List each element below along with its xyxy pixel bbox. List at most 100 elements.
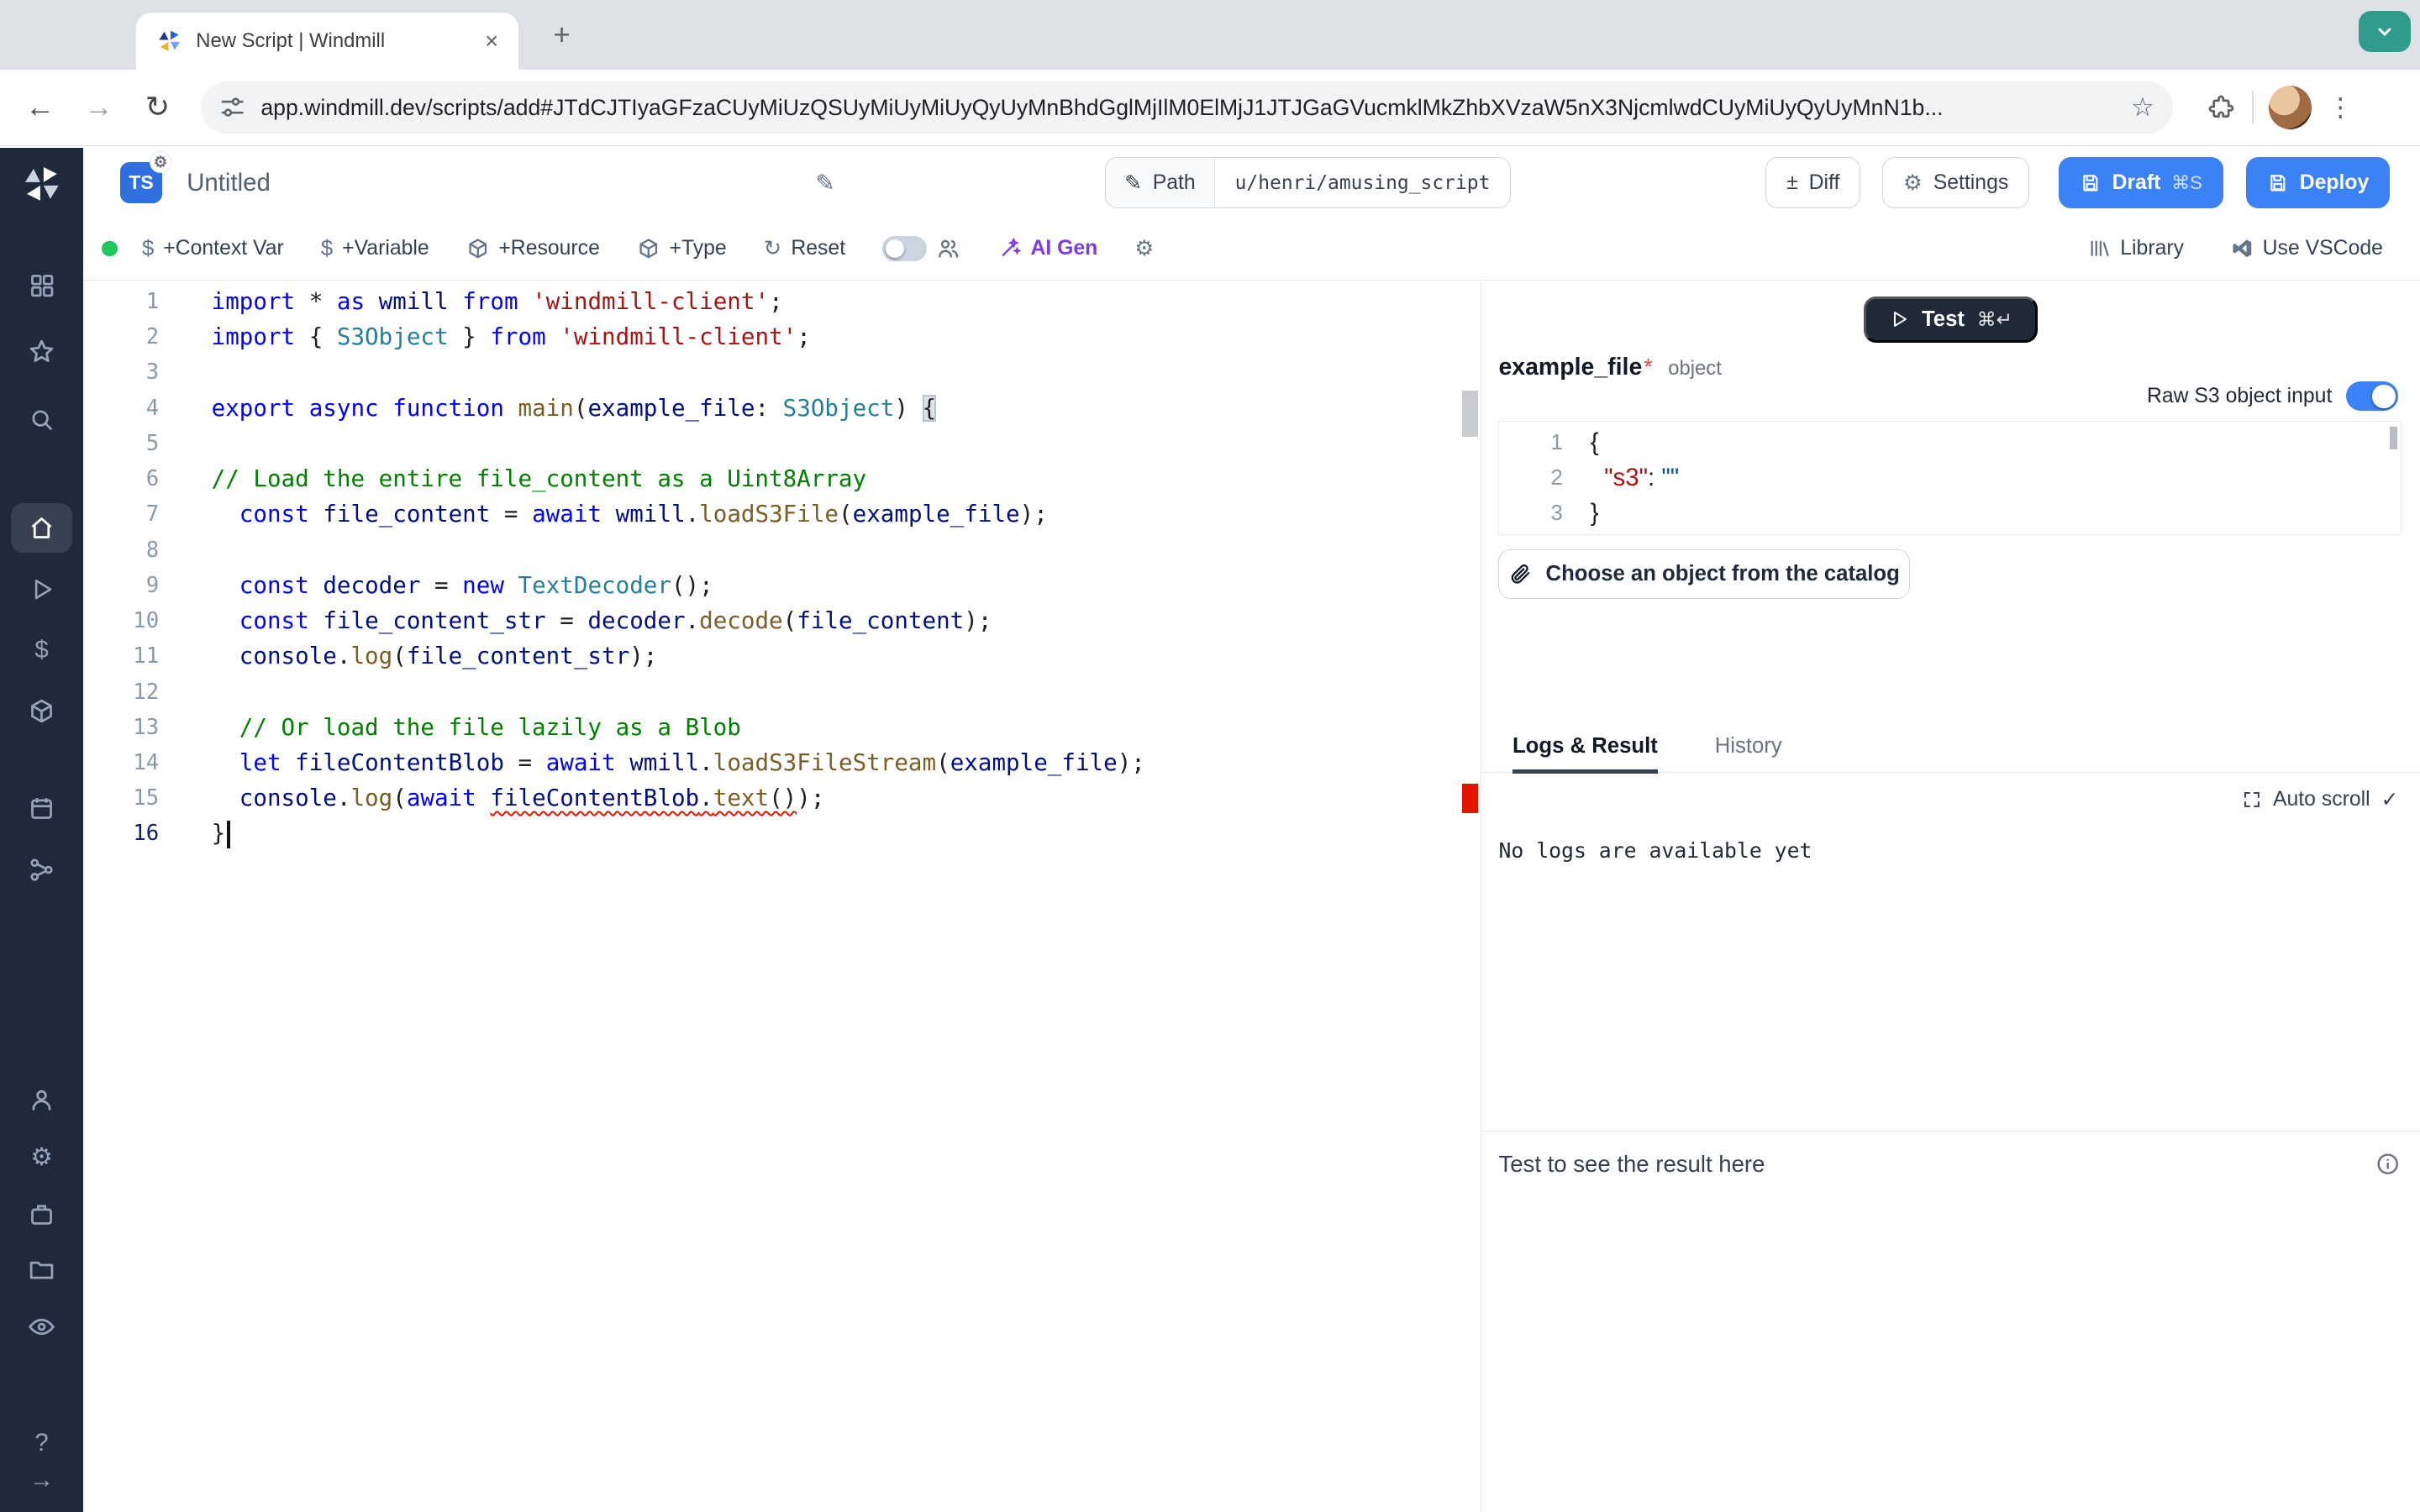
sidebar-item-help[interactable]: ? [0, 1424, 83, 1461]
language-badge[interactable]: TS ⚙ [120, 162, 162, 204]
browser-menu-icon[interactable]: ⋮ [2328, 92, 2354, 123]
script-title[interactable]: Untitled [187, 169, 271, 197]
browser-dropdown-button[interactable] [2359, 11, 2411, 53]
language-settings-icon[interactable]: ⚙ [150, 151, 171, 173]
check-icon: ✓ [2381, 787, 2399, 812]
no-logs-message: No logs are available yet [1498, 838, 2420, 863]
logs-tabs: Logs & Result History [1481, 734, 2420, 773]
save-icon [2080, 172, 2102, 194]
sidebar-item-apps-grid[interactable] [0, 260, 83, 310]
sidebar-collapse-button[interactable]: → [0, 1461, 83, 1498]
screen: New Script | Windmill × + ← → ↻ app.wind… [0, 0, 2420, 1512]
sidebar-item-audit-logs[interactable] [0, 1302, 83, 1352]
json-scrollbar-thumb[interactable] [2390, 427, 2397, 450]
browser-toolbar: ← → ↻ app.windmill.dev/scripts/add#JTdCJ… [0, 70, 2420, 147]
ai-gen-button[interactable]: AI Gen [998, 237, 1097, 260]
gear-icon: ⚙ [30, 1145, 52, 1169]
reset-button[interactable]: ↻ Reset [764, 236, 845, 261]
browser-tab-strip: New Script | Windmill × + [0, 0, 2420, 70]
sidebar-item-workers[interactable] [0, 1189, 83, 1239]
path-control[interactable]: ✎ Path u/henri/amusing_script [1105, 157, 1511, 208]
sidebar-item-resources[interactable] [0, 686, 83, 736]
add-type-button[interactable]: +Type [637, 237, 727, 260]
browser-tab[interactable]: New Script | Windmill × [136, 13, 519, 70]
site-settings-icon[interactable] [219, 94, 245, 120]
back-icon[interactable]: ← [22, 89, 59, 126]
use-vscode-button[interactable]: Use VSCode [2230, 237, 2383, 260]
scrollbar-thumb[interactable] [1462, 391, 1477, 437]
library-button[interactable]: Library [2088, 237, 2184, 260]
add-variable-button[interactable]: $ +Variable [321, 237, 429, 261]
new-tab-button[interactable]: + [540, 14, 583, 57]
path-value[interactable]: u/henri/amusing_script [1215, 158, 1511, 207]
profile-avatar[interactable] [2269, 86, 2312, 129]
tab-logs-result[interactable]: Logs & Result [1512, 734, 1658, 774]
test-button[interactable]: Test ⌘↵ [1864, 297, 2038, 343]
dollar-icon: $ [142, 237, 154, 261]
editor-settings-button[interactable]: ⚙ [1134, 236, 1154, 261]
reset-icon: ↻ [764, 236, 782, 261]
logs-section: Logs & Result History Auto scroll ✓ No l… [1481, 734, 2420, 863]
argument-name: example_file [1498, 354, 1642, 381]
settings-button[interactable]: ⚙ Settings [1882, 157, 2029, 208]
users-icon [936, 236, 960, 260]
arrow-right-icon: → [29, 1467, 54, 1492]
diff-button[interactable]: ± Diff [1765, 157, 1860, 208]
result-placeholder: Test to see the result here [1498, 1151, 1765, 1178]
question-icon: ? [34, 1431, 48, 1455]
add-context-var-button[interactable]: $ +Context Var [142, 237, 284, 261]
code-editor[interactable]: 1import * as wmill from 'windmill-client… [83, 281, 1481, 1512]
extensions-icon[interactable] [2207, 93, 2236, 123]
raw-s3-toggle-label: Raw S3 object input [2147, 385, 2332, 408]
sidebar-item-user[interactable] [0, 1075, 83, 1125]
raw-s3-toggle[interactable] [2346, 381, 2398, 411]
gear-icon: ⚙ [1903, 171, 1923, 196]
add-resource-button[interactable]: +Resource [466, 237, 600, 260]
address-bar[interactable]: app.windmill.dev/scripts/add#JTdCJTIyaGF… [201, 81, 2173, 134]
script-header: TS ⚙ Untitled ✎ ✎ Path u/henri/amusing_s… [83, 148, 2420, 218]
draft-shortcut: ⌘S [2171, 172, 2202, 194]
vscode-icon [2230, 237, 2254, 260]
info-icon[interactable] [2375, 1152, 2400, 1176]
reload-icon[interactable]: ↻ [139, 89, 176, 126]
sidebar-item-home[interactable] [11, 503, 72, 553]
deploy-button[interactable]: Deploy [2246, 157, 2390, 208]
sidebar-item-favorites[interactable] [0, 327, 83, 376]
sidebar-item-flows[interactable] [0, 846, 83, 895]
sidebar-item-runs[interactable] [0, 564, 83, 614]
diff-icon: ± [1786, 171, 1798, 195]
forward-icon[interactable]: → [80, 89, 117, 126]
multiplayer-toggle[interactable] [882, 236, 961, 260]
code-editor-lines[interactable]: 1import * as wmill from 'windmill-client… [83, 281, 1481, 851]
argument-type: object [1668, 357, 1722, 381]
editor-toolbar: $ +Context Var $ +Variable +Resource +Ty… [83, 218, 2420, 281]
toolbar-divider [2252, 91, 2254, 124]
paperclip-icon [1508, 562, 1532, 585]
auto-scroll-control[interactable]: Auto scroll ✓ [1481, 787, 2398, 812]
sidebar-item-search[interactable] [0, 395, 83, 444]
title-field[interactable]: Untitled ✎ [187, 169, 834, 197]
toggle-off[interactable] [882, 236, 927, 260]
editor-scrollbar[interactable] [1462, 281, 1477, 1512]
draft-button[interactable]: Draft ⌘S [2059, 157, 2223, 208]
sidebar: $ ⚙ [0, 148, 83, 1512]
choose-object-button[interactable]: Choose an object from the catalog [1498, 549, 1909, 599]
json-editor-lines[interactable]: 1{2 "s3": ""3} [1499, 425, 2401, 532]
tab-history[interactable]: History [1715, 734, 1782, 772]
json-input-editor[interactable]: 1{2 "s3": ""3} [1498, 421, 2402, 535]
windmill-logo-icon[interactable] [0, 164, 83, 204]
sidebar-item-schedules[interactable] [0, 784, 83, 833]
edit-title-icon[interactable]: ✎ [816, 170, 835, 197]
sidebar-item-folders[interactable] [0, 1245, 83, 1294]
sidebar-item-settings[interactable]: ⚙ [0, 1132, 83, 1182]
bookmark-star-icon[interactable]: ☆ [2131, 92, 2154, 123]
cube-icon [637, 237, 660, 260]
browser-actions: ⋮ [2207, 86, 2375, 129]
sidebar-item-variables[interactable]: $ [0, 625, 83, 675]
windmill-app: $ ⚙ [0, 148, 2420, 1512]
library-icon [2088, 237, 2112, 260]
right-panel: Test ⌘↵ example_file * object Raw S3 obj… [1481, 281, 2420, 1512]
argument-header: example_file * object [1498, 354, 2420, 381]
gear-icon: ⚙ [1134, 236, 1154, 261]
tab-close-icon[interactable]: × [481, 28, 503, 55]
